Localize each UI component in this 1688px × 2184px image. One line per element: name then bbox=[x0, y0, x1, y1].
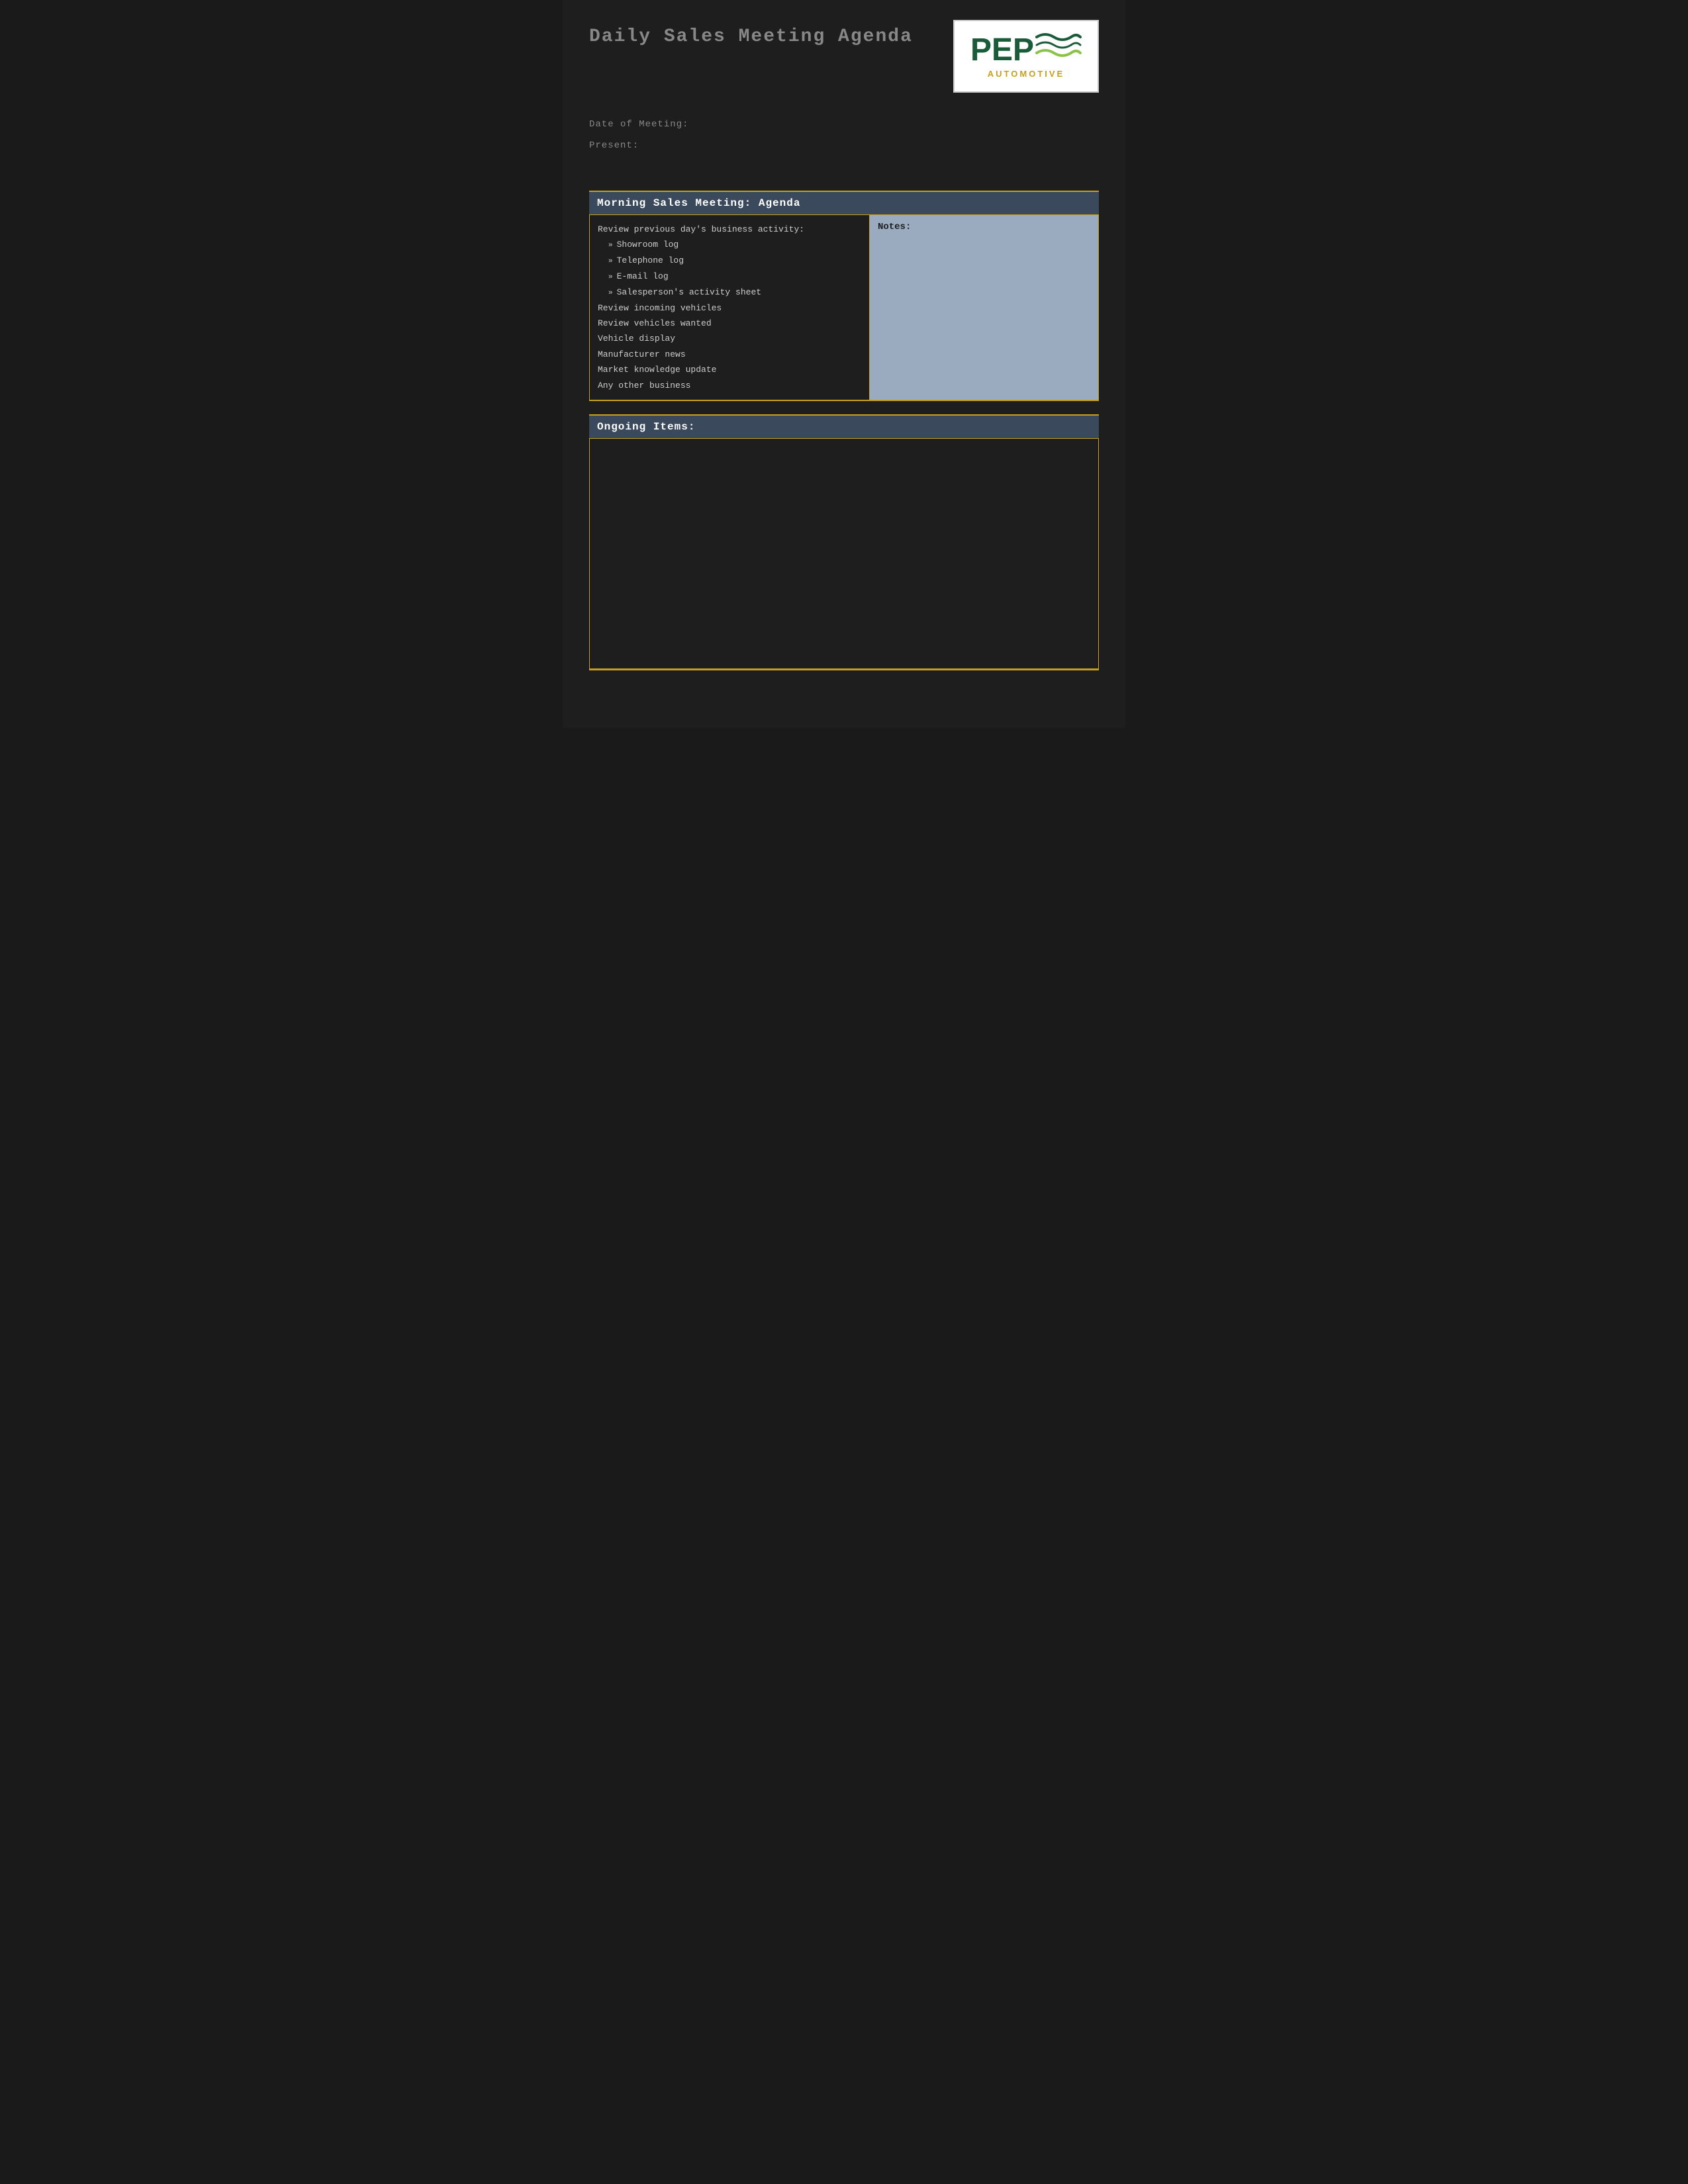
bullet-icon: » bbox=[608, 255, 613, 269]
page: Daily Sales Meeting Agenda PEP AUTOMOTIV… bbox=[563, 0, 1125, 728]
manufacturer-news: Manufacturer news bbox=[598, 347, 861, 362]
bullet-icon: » bbox=[608, 287, 613, 300]
logo-graphic: PEP bbox=[970, 34, 1082, 66]
agenda-column: Review previous day's business activity:… bbox=[590, 215, 870, 400]
salesperson-activity-label: Salesperson's activity sheet bbox=[617, 285, 761, 300]
review-vehicles-wanted: Review vehicles wanted bbox=[598, 316, 861, 331]
showroom-log-label: Showroom log bbox=[617, 237, 679, 252]
review-previous-title: Review previous day's business activity: bbox=[598, 222, 861, 237]
sub-item-telephone: » Telephone log bbox=[598, 253, 861, 269]
logo-tagline: AUTOMOTIVE bbox=[988, 69, 1064, 79]
sub-item-salesperson: » Salesperson's activity sheet bbox=[598, 285, 861, 300]
morning-meeting-section: Morning Sales Meeting: Agenda Review pre… bbox=[589, 191, 1099, 401]
logo-waves-icon bbox=[1035, 29, 1082, 62]
ongoing-header: Ongoing Items: bbox=[589, 414, 1099, 439]
meta-section: Date of Meeting: Present: bbox=[589, 119, 1099, 151]
market-knowledge-update: Market knowledge update bbox=[598, 362, 861, 377]
date-of-meeting-label: Date of Meeting: bbox=[589, 119, 1099, 130]
vehicle-display: Vehicle display bbox=[598, 331, 861, 346]
sub-item-showroom: » Showroom log bbox=[598, 237, 861, 253]
logo: PEP AUTOMOTIVE bbox=[953, 20, 1099, 93]
any-other-business: Any other business bbox=[598, 378, 861, 393]
notes-label: Notes: bbox=[878, 222, 1090, 232]
bullet-icon: » bbox=[608, 240, 613, 253]
morning-meeting-title: Morning Sales Meeting: Agenda bbox=[597, 197, 800, 209]
notes-column: Notes: bbox=[869, 215, 1098, 400]
page-title: Daily Sales Meeting Agenda bbox=[589, 20, 913, 47]
review-incoming-vehicles: Review incoming vehicles bbox=[598, 300, 861, 316]
meeting-table: Review previous day's business activity:… bbox=[589, 215, 1099, 401]
present-label: Present: bbox=[589, 140, 1099, 151]
ongoing-section: Ongoing Items: bbox=[589, 414, 1099, 670]
ongoing-title: Ongoing Items: bbox=[597, 421, 695, 433]
email-log-label: E-mail log bbox=[617, 269, 669, 284]
ongoing-content-area[interactable] bbox=[589, 439, 1099, 670]
logo-company-name: PEP bbox=[970, 34, 1034, 66]
meeting-table-row: Review previous day's business activity:… bbox=[590, 215, 1099, 400]
sub-item-email: » E-mail log bbox=[598, 269, 861, 285]
header: Daily Sales Meeting Agenda PEP AUTOMOTIV… bbox=[589, 20, 1099, 93]
bullet-icon: » bbox=[608, 271, 613, 285]
telephone-log-label: Telephone log bbox=[617, 253, 684, 268]
morning-meeting-header: Morning Sales Meeting: Agenda bbox=[589, 191, 1099, 215]
